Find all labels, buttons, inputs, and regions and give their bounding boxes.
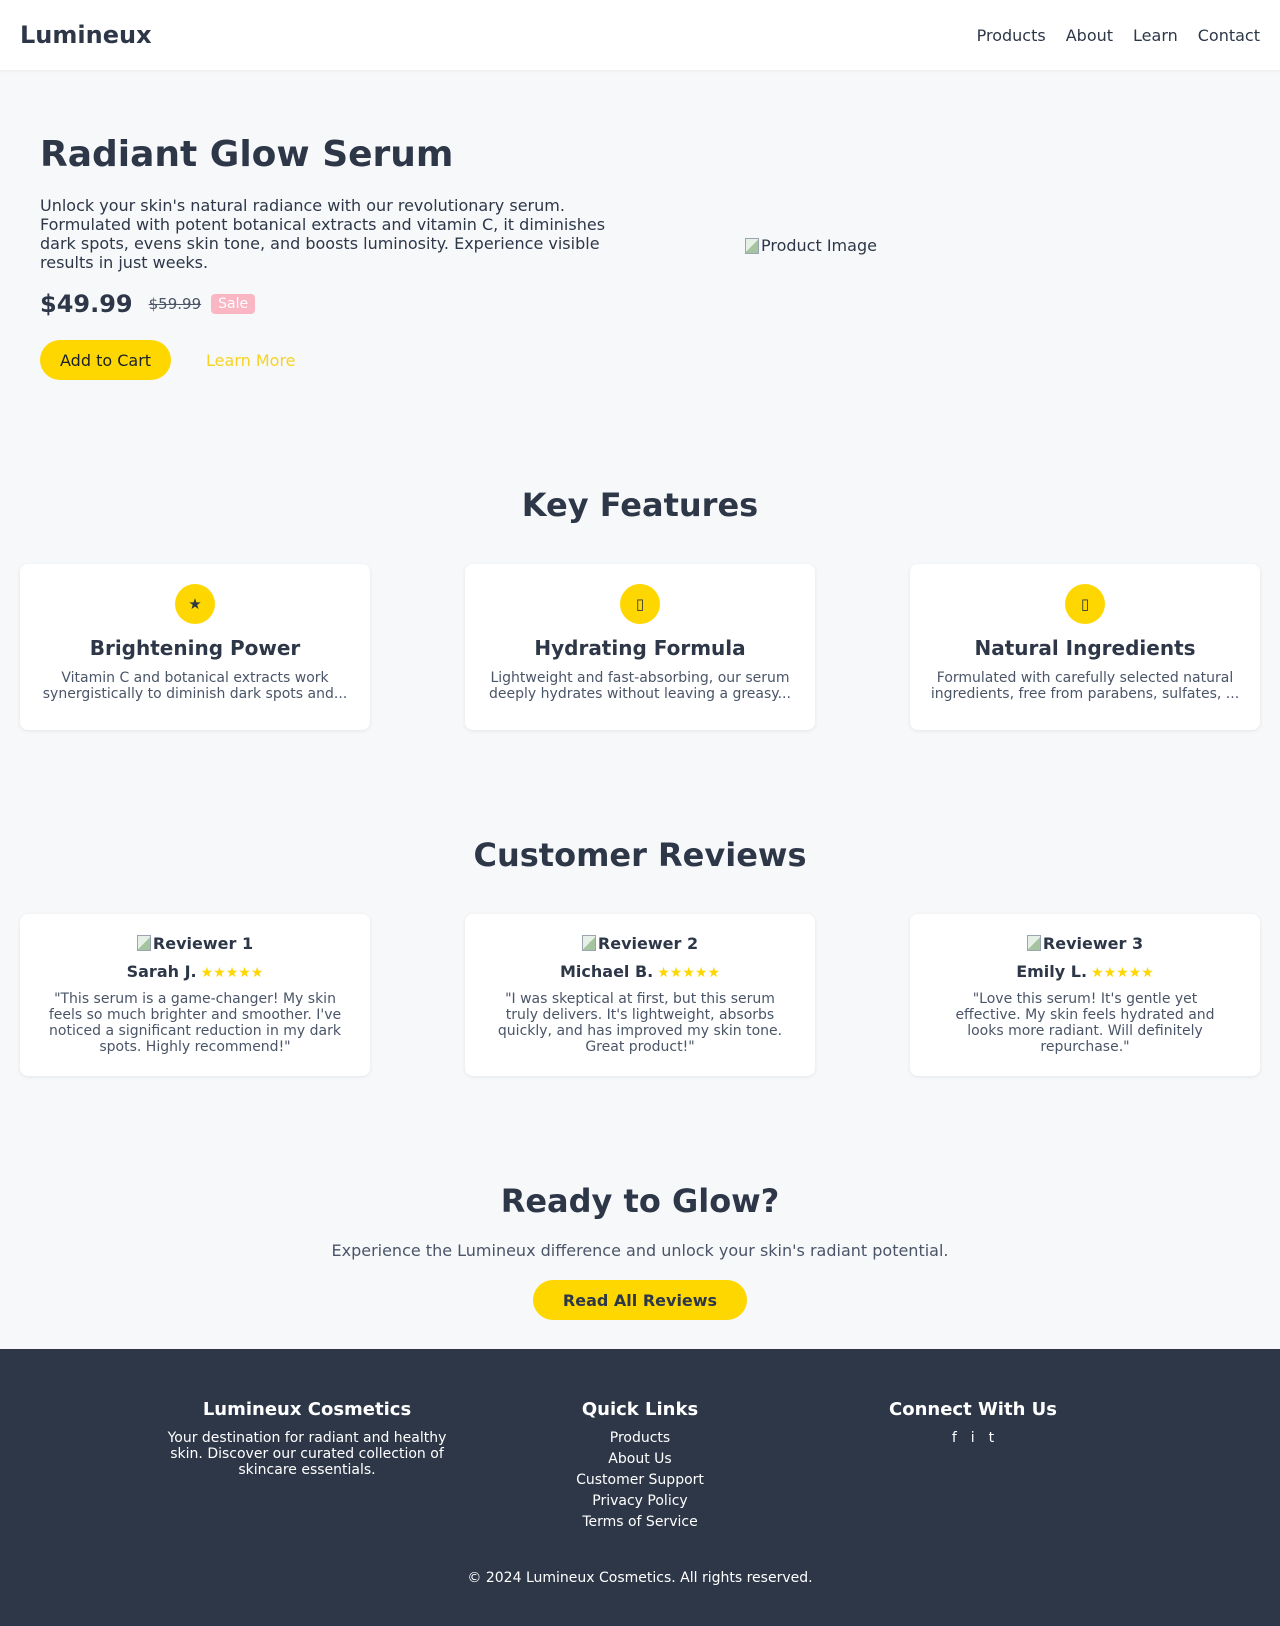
- feature-card: ▯ Hydrating Formula Lightweight and fast…: [465, 564, 815, 730]
- facebook-icon[interactable]: f: [952, 1430, 957, 1446]
- feature-title: Hydrating Formula: [534, 636, 746, 660]
- product-image: Product Image: [745, 236, 877, 255]
- feature-text: Lightweight and fast-absorbing, our seru…: [489, 670, 791, 702]
- hero-section: Radiant Glow Serum Unlock your skin's na…: [0, 70, 1280, 470]
- footer-link-about-us[interactable]: About Us: [540, 1451, 740, 1467]
- reviews-title: Customer Reviews: [473, 836, 807, 874]
- feature-text: Vitamin C and botanical extracts work sy…: [42, 670, 348, 702]
- footer-link-customer-support[interactable]: Customer Support: [540, 1472, 740, 1488]
- main-nav: Products About Learn Contact: [977, 26, 1260, 45]
- star-icon: ★: [175, 584, 215, 624]
- product-image-alt: Product Image: [761, 236, 877, 255]
- price-row: $49.99 $59.99 Sale: [40, 290, 256, 318]
- product-description: Unlock your skin's natural radiance with…: [40, 196, 606, 272]
- read-all-reviews-button[interactable]: Read All Reviews: [533, 1280, 747, 1320]
- original-price: $59.99: [148, 295, 202, 313]
- footer-connect: Connect With Us f i t: [873, 1399, 1073, 1446]
- site-header: Lumineux Products About Learn Contact: [0, 0, 1280, 70]
- nav-learn[interactable]: Learn: [1133, 26, 1178, 45]
- footer-about-title: Lumineux Cosmetics: [202, 1399, 412, 1420]
- reviewer-name: Michael B.: [559, 962, 654, 981]
- review-text: "Love this serum! It's gentle yet effect…: [955, 991, 1215, 1055]
- broken-image-icon: [745, 237, 759, 254]
- sale-badge: Sale: [211, 294, 256, 314]
- reviewer-avatar-alt: Reviewer 1: [152, 933, 254, 953]
- add-to-cart-button[interactable]: Add to Cart: [40, 340, 172, 380]
- review-text: "This serum is a game-changer! My skin f…: [48, 991, 342, 1055]
- current-price: $49.99: [40, 290, 133, 318]
- nav-about[interactable]: About: [1066, 26, 1113, 45]
- star-rating-icon: ★★★★★: [1091, 965, 1154, 981]
- broken-image-icon: [581, 935, 596, 951]
- footer-link-terms-of-service[interactable]: Terms of Service: [540, 1514, 740, 1530]
- social-links: f i t: [873, 1430, 1073, 1446]
- footer-about-text: Your destination for radiant and healthy…: [167, 1430, 447, 1478]
- features-title: Key Features: [521, 486, 759, 524]
- site-footer: Lumineux Cosmetics Your destination for …: [0, 1349, 1280, 1626]
- footer-link-privacy-policy[interactable]: Privacy Policy: [540, 1493, 740, 1509]
- leaf-icon: ▯: [1065, 584, 1105, 624]
- reviewer-avatar: Reviewer 3: [910, 933, 1260, 953]
- nav-contact[interactable]: Contact: [1198, 26, 1260, 45]
- feature-text: Formulated with carefully selected natur…: [930, 670, 1240, 702]
- reviewer-name: Sarah J.: [126, 962, 197, 981]
- product-title: Radiant Glow Serum: [40, 134, 454, 175]
- reviewer-info: Sarah J. ★★★★★: [20, 962, 370, 981]
- review-card: Reviewer 2 Michael B. ★★★★★ "I was skepti…: [465, 914, 815, 1076]
- footer-links-title: Quick Links: [581, 1399, 699, 1420]
- cta-title: Ready to Glow?: [500, 1182, 780, 1220]
- review-text: "I was skeptical at first, but this seru…: [497, 991, 783, 1055]
- droplet-icon: ▯: [620, 584, 660, 624]
- reviewer-avatar-alt: Reviewer 3: [1042, 933, 1144, 953]
- cta-text: Experience the Lumineux difference and u…: [331, 1241, 949, 1260]
- instagram-icon[interactable]: i: [971, 1430, 975, 1446]
- reviewer-info: Emily L. ★★★★★: [910, 962, 1260, 981]
- review-card: Reviewer 1 Sarah J. ★★★★★ "This serum is …: [20, 914, 370, 1076]
- brand-logo[interactable]: Lumineux: [20, 21, 152, 49]
- feature-title: Natural Ingredients: [974, 636, 1196, 660]
- reviewer-info: Michael B. ★★★★★: [465, 962, 815, 981]
- reviewer-avatar: Reviewer 2: [465, 933, 815, 953]
- footer-link-products[interactable]: Products: [540, 1430, 740, 1446]
- feature-card: ▯ Natural Ingredients Formulated with ca…: [910, 564, 1260, 730]
- review-card: Reviewer 3 Emily L. ★★★★★ "Love this seru…: [910, 914, 1260, 1076]
- nav-products[interactable]: Products: [977, 26, 1046, 45]
- footer-quick-links: Quick Links Products About Us Customer S…: [540, 1399, 740, 1535]
- broken-image-icon: [136, 935, 151, 951]
- reviewer-name: Emily L.: [1016, 962, 1088, 981]
- footer-links-list: Products About Us Customer Support Priva…: [540, 1430, 740, 1530]
- broken-image-icon: [1026, 935, 1041, 951]
- hero-actions: Add to Cart Learn More: [40, 340, 296, 380]
- feature-title: Brightening Power: [89, 636, 301, 660]
- star-rating-icon: ★★★★★: [200, 965, 264, 981]
- feature-card: ★ Brightening Power Vitamin C and botani…: [20, 564, 370, 730]
- copyright: © 2024 Lumineux Cosmetics. All rights re…: [467, 1570, 813, 1586]
- twitter-icon[interactable]: t: [989, 1430, 995, 1446]
- learn-more-link[interactable]: Learn More: [206, 351, 295, 370]
- reviewer-avatar: Reviewer 1: [20, 933, 370, 953]
- reviewer-avatar-alt: Reviewer 2: [597, 933, 699, 953]
- footer-connect-title: Connect With Us: [889, 1399, 1057, 1420]
- star-rating-icon: ★★★★★: [657, 965, 721, 981]
- footer-about: Lumineux Cosmetics Your destination for …: [162, 1399, 452, 1478]
